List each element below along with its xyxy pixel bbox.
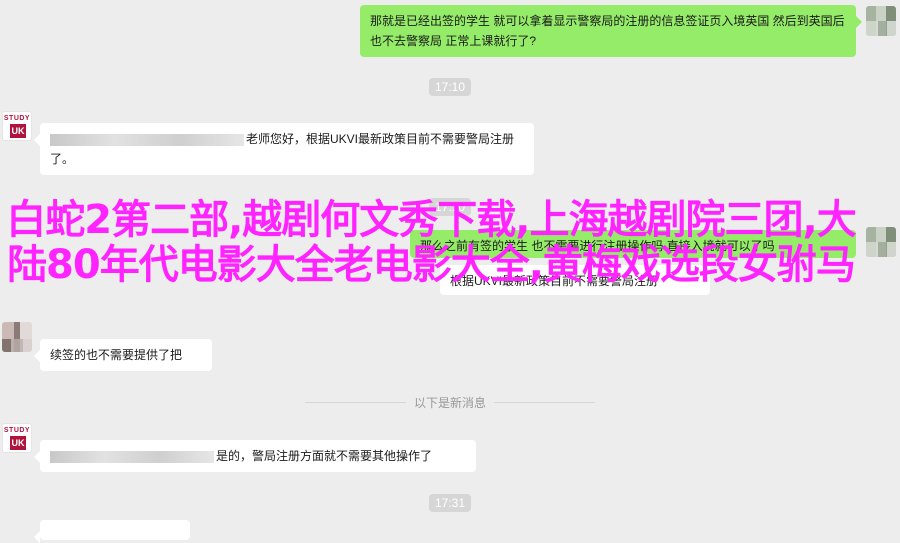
study-uk-logo-mark: UK	[10, 436, 26, 450]
message-bubble-incoming[interactable]: 续签的也不需要提供了把	[34, 339, 212, 371]
new-messages-label: 以下是新消息	[405, 394, 495, 411]
avatar[interactable]: STUDY UK	[2, 111, 32, 141]
chat-window: 那就是已经出签的学生 就可以拿着显示警察局的注册的信息签证页入境英国 然后到英国…	[0, 0, 900, 543]
study-uk-logo-text: STUDY	[3, 427, 31, 434]
avatar[interactable]	[2, 322, 32, 352]
avatar[interactable]	[866, 6, 896, 36]
overlay-title-text: 白蛇2第二部,越剧何文秀下载,上海越剧院三团,大陆80年代电影大全老电影大全,黄…	[6, 197, 856, 288]
avatar[interactable]	[866, 227, 896, 257]
message-bubble-outgoing[interactable]: 那就是已经出签的学生 就可以拿着显示警察局的注册的信息签证页入境英国 然后到英国…	[360, 5, 862, 57]
message-bubble-incoming[interactable]: 是的，警局注册方面就不需要其他操作了	[34, 440, 476, 472]
timestamp: 17:31	[428, 494, 472, 512]
message-bubble-incoming-partial[interactable]	[34, 520, 190, 543]
message-text: 是的，警局注册方面就不需要其他操作了	[216, 449, 433, 463]
study-uk-logo-mark: UK	[10, 124, 26, 138]
study-uk-logo-text: STUDY	[3, 115, 31, 122]
message-text: 续签的也不需要提供了把	[50, 348, 183, 362]
message-text: 那就是已经出签的学生 就可以拿着显示警察局的注册的信息签证页入境英国 然后到英国…	[370, 14, 845, 48]
message-bubble-incoming[interactable]: 老师您好，根据UKVI最新政策目前不需要警局注册了。	[34, 123, 534, 175]
avatar[interactable]: STUDY UK	[2, 423, 32, 453]
redacted-text	[50, 133, 244, 146]
redacted-text	[50, 450, 214, 463]
timestamp: 17:10	[428, 78, 472, 96]
